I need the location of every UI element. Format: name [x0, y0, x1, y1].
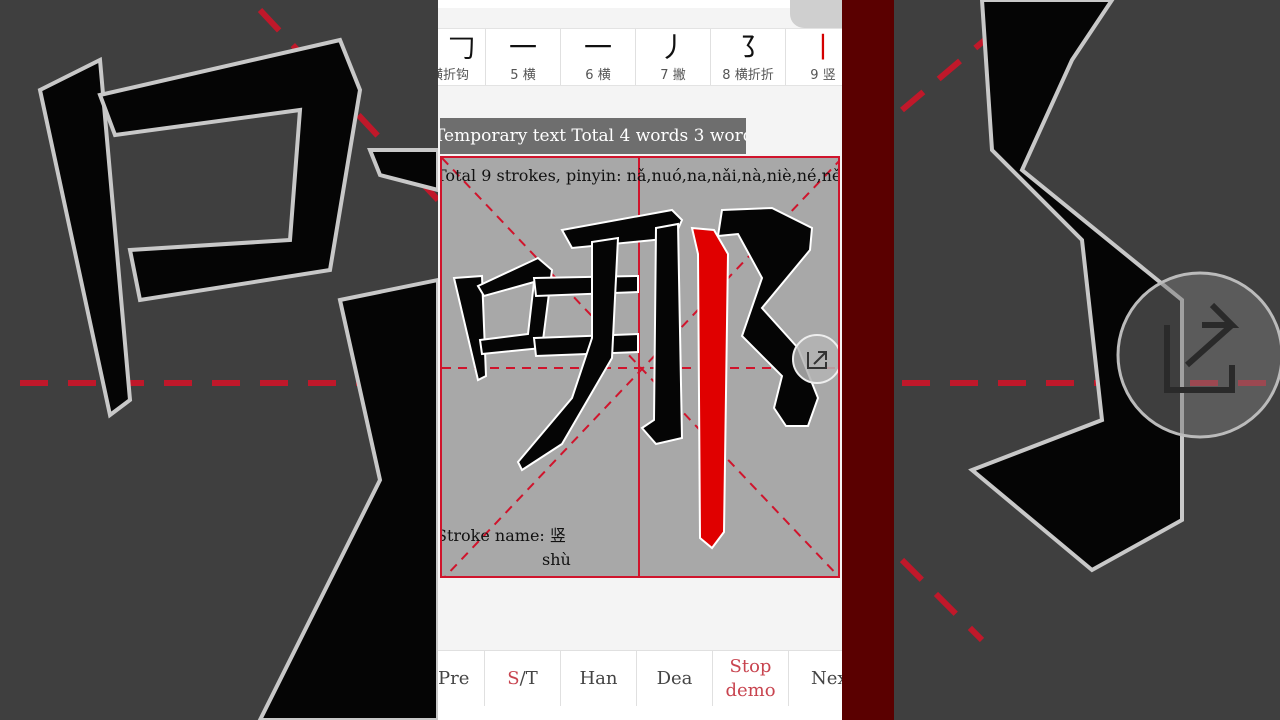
stroke-pinyin: shù [542, 550, 571, 569]
background-right-art [899, 0, 1280, 643]
control-bar: Pre S/T Han Dea Stop demo Nex [438, 650, 842, 708]
stroke-label: 7 撇 [660, 68, 686, 83]
background-left-art [20, 7, 438, 720]
character-board: Total 9 strokes, pinyin: nǎ,nuó,na,nǎi,n… [440, 156, 840, 578]
stroke-label: 6 横 [585, 68, 611, 83]
background-right [842, 0, 1280, 720]
top-bar [438, 0, 842, 28]
stroke-label: 5 横 [510, 68, 536, 83]
han-button[interactable]: Han [561, 651, 637, 707]
stroke-item-6[interactable]: 一 6 横 [561, 29, 636, 85]
search-pill[interactable] [790, 0, 842, 28]
stroke-shape: 一 [583, 31, 612, 64]
stroke-shape: ㇌ [733, 31, 762, 64]
next-button[interactable]: Nex [789, 651, 842, 707]
stroke-shape: 𠃌 [447, 31, 476, 64]
st-s-label: S [507, 668, 520, 689]
temporary-text-banner: Temporary text Total 4 words 3 words [440, 118, 746, 154]
stroke-label: 9 竖 [810, 68, 836, 83]
stroke-shape: 一 [508, 31, 537, 64]
stroke-item-9[interactable]: 丨 9 竖 [786, 29, 842, 85]
stroke-item-5[interactable]: 一 5 横 [486, 29, 561, 85]
stroke-item-7[interactable]: 丿 7 撇 [636, 29, 711, 85]
stroke-label: 横折钩 [438, 68, 470, 83]
dea-button[interactable]: Dea [637, 651, 713, 707]
share-icon [807, 351, 827, 369]
stroke-info: Total 9 strokes, pinyin: nǎ,nuó,na,nǎi,n… [440, 166, 840, 185]
active-stroke [690, 226, 730, 550]
stroke-order-list[interactable]: 𠃌 横折钩 一 5 横 一 6 横 丿 7 撇 ㇌ 8 横折折 丨 9 竖 [438, 28, 842, 86]
stroke-shape: 丨 [808, 31, 837, 64]
share-button[interactable] [792, 334, 838, 384]
stroke-label: 8 横折折 [722, 68, 774, 83]
stroke-item-4[interactable]: 𠃌 横折钩 [438, 29, 486, 85]
board-grid [442, 158, 838, 576]
stroke-name-label: Stroke name: 竖 [440, 526, 566, 545]
stroke-item-8[interactable]: ㇌ 8 横折折 [711, 29, 786, 85]
phone-screen: 𠃌 横折钩 一 5 横 一 6 横 丿 7 撇 ㇌ 8 横折折 丨 9 竖 Te… [438, 0, 842, 720]
stroke-shape: 丿 [658, 31, 687, 64]
previous-button[interactable]: Pre [438, 651, 485, 707]
stop-demo-button[interactable]: Stop demo [713, 651, 789, 707]
background-left [0, 0, 438, 720]
simplified-traditional-toggle[interactable]: S/T [485, 651, 561, 707]
bottom-strip [438, 706, 842, 720]
st-t-label: /T [519, 668, 538, 689]
